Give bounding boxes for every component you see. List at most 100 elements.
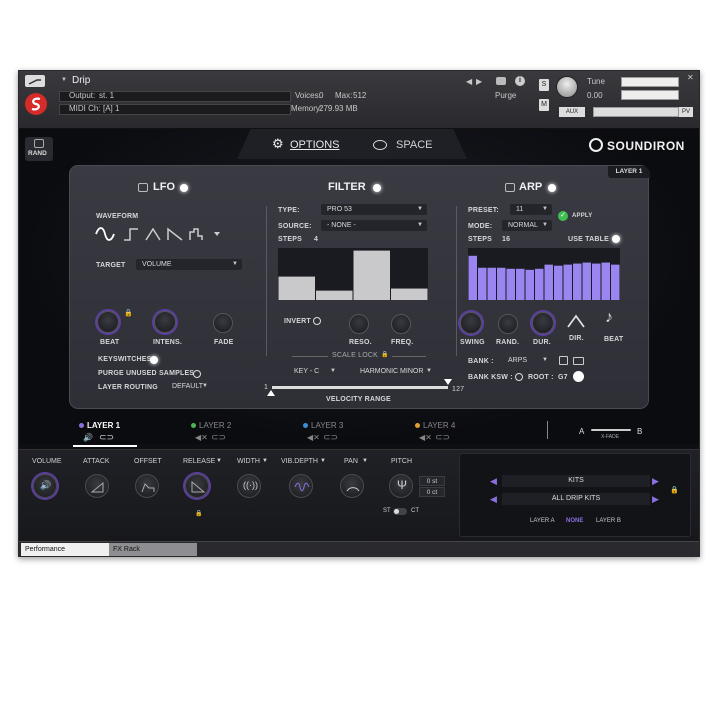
filter-freq-knob[interactable] [391,314,411,334]
scale-lock-icon[interactable]: 🔒 [381,351,388,358]
camera-icon[interactable] [496,77,506,85]
arp-step-6[interactable] [516,268,525,300]
arp-power-toggle[interactable] [548,184,556,192]
filter-steps-value[interactable]: 4 [314,236,318,243]
key-dropdown[interactable]: KEY - C ▼ [288,366,340,377]
lfo-intens-knob[interactable] [154,311,176,333]
layer-1-link-icon[interactable]: ⊂⊃ [99,432,114,443]
layer-1-tab[interactable]: LAYER 1 🔊 ⊂⊃ [73,419,137,447]
filter-type-dropdown[interactable]: PRO 53 ▼ [321,204,427,215]
arp-step-3[interactable] [487,267,497,300]
arp-step-12[interactable] [573,263,582,300]
pitch-ct-field[interactable]: 0 ct [419,487,445,497]
filter-step-4[interactable] [391,288,428,300]
purge-dropdown[interactable]: Purge [495,91,516,100]
lfo-fade-knob[interactable] [213,313,233,333]
layer-2-mute-icon[interactable]: ◀✕ [195,433,208,442]
arp-step-8[interactable] [535,268,544,300]
keyswitches-toggle[interactable] [150,356,158,364]
kits-lock-icon[interactable]: 🔒 [670,486,679,494]
release-menu-arrow-icon[interactable]: ▼ [216,458,222,464]
pitch-st-field[interactable]: 0 st [419,476,445,486]
save-icon[interactable] [559,356,568,365]
xfade-slider[interactable] [591,429,631,431]
arp-dur-knob[interactable] [532,312,554,334]
layer-3-link-icon[interactable]: ⊂⊃ [323,432,338,443]
gear-icon[interactable]: ⚙ [272,136,284,152]
width-menu-arrow-icon[interactable]: ▼ [262,458,268,464]
purge-unused-toggle[interactable] [193,370,201,378]
arp-step-13[interactable] [582,262,592,300]
layer-3-mute-icon[interactable]: ◀✕ [307,433,320,442]
tune-knob[interactable] [556,76,578,98]
layer-4-tab[interactable]: LAYER 4 ◀✕ ⊂⊃ [415,419,471,447]
apply-check-icon[interactable]: ✓ [558,211,568,221]
pv-button[interactable]: PV [679,107,693,117]
layer-b-option[interactable]: LAYER B [596,518,621,524]
arp-step-table[interactable] [468,248,620,300]
arp-mode-dropdown[interactable]: NORMAL ▼ [502,220,552,231]
music-note-icon[interactable]: ♪ [605,309,613,327]
next-arrow-icon[interactable]: ▶ [476,77,482,86]
arp-step-15[interactable] [601,262,611,300]
kits-prev-arrow-icon[interactable]: ◀ [490,476,497,487]
midi-value[interactable]: [A] 1 [103,104,119,113]
tab-fx-rack[interactable]: FX Rack [109,543,197,556]
layer-4-mute-icon[interactable]: ◀✕ [419,433,432,442]
direction-icon[interactable] [567,314,585,328]
arp-step-4[interactable] [497,267,506,300]
arp-step-7[interactable] [525,269,535,300]
arp-step-2[interactable] [478,267,487,300]
layer-a-option[interactable]: LAYER A [530,518,555,524]
arp-step-9[interactable] [544,264,554,300]
output-value[interactable]: st. 1 [99,91,114,100]
offset-knob[interactable] [135,474,159,498]
waveform-selector[interactable] [94,226,244,242]
close-icon[interactable]: ✕ [687,73,694,82]
filter-reso-knob[interactable] [349,314,369,334]
pan-knob[interactable] [340,474,364,498]
filter-step-3[interactable] [353,250,391,300]
arp-step-11[interactable] [563,264,573,300]
solo-button[interactable]: S [539,79,549,91]
kit-next-arrow-icon[interactable]: ▶ [652,494,659,505]
kits-category-field[interactable]: KITS [502,475,650,487]
scale-dropdown[interactable]: HARMONIC MINOR ▼ [354,366,436,377]
layer-2-link-icon[interactable]: ⊂⊃ [211,432,226,443]
bank-ksw-toggle[interactable] [515,373,523,381]
release-lock-icon[interactable]: 🔒 [195,510,202,517]
tab-performance[interactable]: Performance [21,543,109,556]
info-icon[interactable]: i [515,76,525,86]
root-value[interactable]: G7 [558,374,568,381]
kit-selection-field[interactable]: ALL DRIP KITS [502,493,650,505]
prev-arrow-icon[interactable]: ◀ [466,77,472,86]
aux-button[interactable]: AUX [559,107,585,117]
none-option[interactable]: NONE [566,518,583,524]
rand-button[interactable]: RAND [25,137,53,161]
layer-4-link-icon[interactable]: ⊂⊃ [435,432,450,443]
output-slider[interactable] [593,107,679,117]
volume-knob[interactable]: 🔊 [33,474,57,498]
arp-bank-dropdown[interactable]: ARPS ▼ [502,355,552,366]
arp-swing-knob[interactable] [460,312,482,334]
layer-routing-dropdown[interactable]: DEFAULT ▼ [166,381,212,392]
width-knob[interactable]: ((·)) [237,474,261,498]
lfo-dice-icon[interactable] [138,183,148,192]
kits-next-arrow-icon[interactable]: ▶ [652,476,659,487]
arp-dice-icon[interactable] [505,183,515,192]
lfo-beat-knob[interactable] [97,311,119,333]
tab-space[interactable]: SPACE [396,139,432,151]
invert-toggle[interactable] [313,317,321,325]
layer-2-tab[interactable]: LAYER 2 ◀✕ ⊂⊃ [191,419,247,447]
tab-options[interactable]: OPTIONS [290,139,340,151]
layer-3-tab[interactable]: LAYER 3 ◀✕ ⊂⊃ [303,419,359,447]
root-toggle[interactable] [573,371,584,382]
arp-step-10[interactable] [554,265,563,300]
arp-preset-dropdown[interactable]: 11 ▼ [510,204,552,215]
use-table-toggle[interactable] [612,235,620,243]
expand-arrow-icon[interactable]: ▼ [61,77,67,83]
velocity-max-handle-icon[interactable] [444,379,452,385]
pitch-knob[interactable]: Ψ [389,474,413,498]
filter-power-toggle[interactable] [373,184,381,192]
filter-step-sequencer[interactable] [278,248,428,300]
